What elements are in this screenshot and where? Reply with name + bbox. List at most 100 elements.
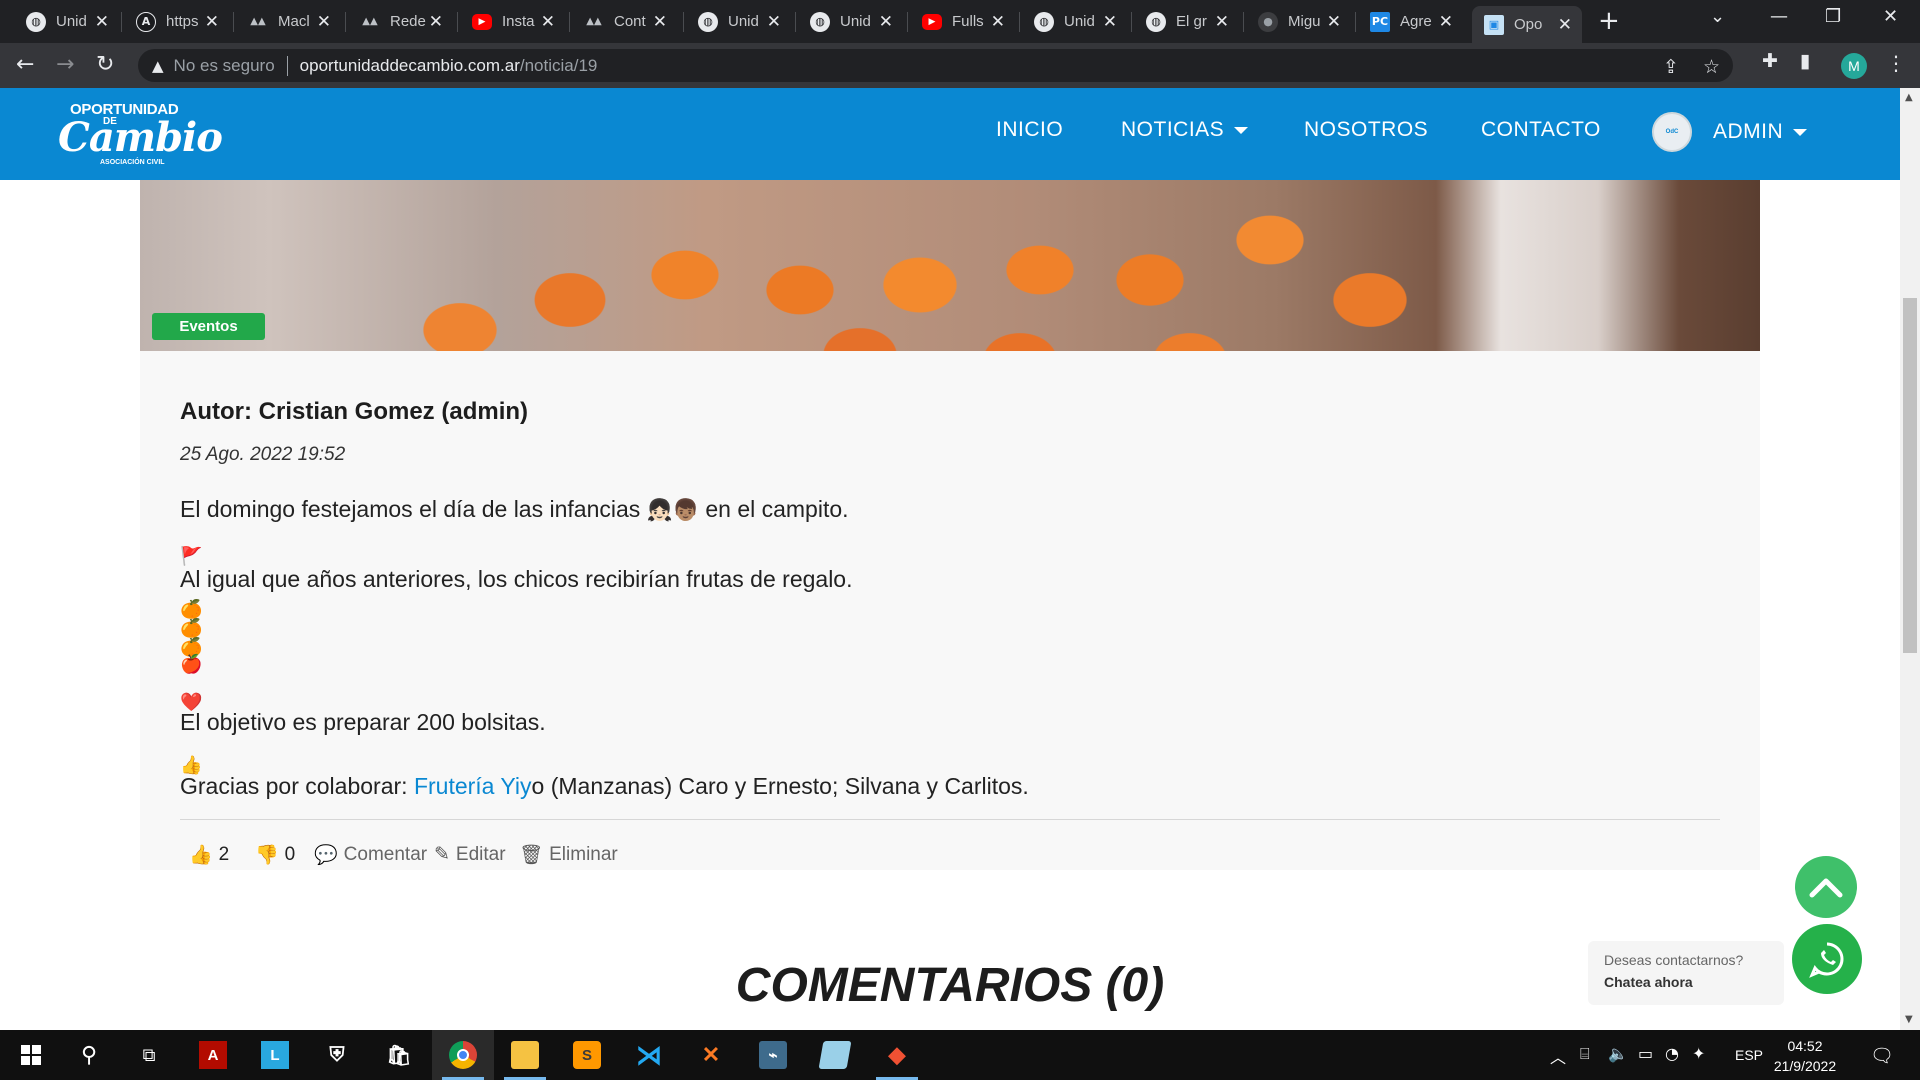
dislike-button[interactable]: 👎 0: [255, 843, 295, 867]
browser-tab[interactable]: ▶ Insta ✕: [460, 4, 565, 39]
close-icon[interactable]: ✕: [1327, 12, 1341, 32]
share-icon[interactable]: ⇪: [1663, 56, 1679, 78]
launcher-l-icon[interactable]: L: [244, 1030, 306, 1080]
nav-contacto[interactable]: CONTACTO: [1481, 118, 1601, 142]
close-icon[interactable]: ✕: [1439, 12, 1453, 32]
site-logo[interactable]: OPORTUNIDAD DE Cambio ASOCIACIÓN CIVIL: [58, 101, 223, 169]
tab-label: Unid: [840, 13, 871, 30]
clock[interactable]: 04:52 21/9/2022: [1762, 1036, 1848, 1076]
tray-device-icon[interactable]: ⌸: [1580, 1044, 1590, 1064]
battery-icon[interactable]: ▭: [1638, 1044, 1653, 1063]
url-text[interactable]: oportunidaddecambio.com.ar/noticia/19: [300, 56, 598, 76]
close-icon[interactable]: ✕: [95, 12, 109, 32]
browser-tab[interactable]: ◍ Unid ✕: [686, 4, 791, 39]
browser-tab[interactable]: ▲▲ Rede ✕: [348, 4, 453, 39]
close-icon[interactable]: ✕: [205, 12, 219, 32]
xampp-icon[interactable]: ✕: [680, 1030, 742, 1080]
nav-admin[interactable]: ADMIN: [1713, 120, 1808, 144]
browser-tab[interactable]: ▶ Fulls ✕: [910, 4, 1015, 39]
security-label[interactable]: No es seguro: [174, 56, 275, 76]
close-icon[interactable]: ✕: [767, 12, 781, 32]
post-date: 25 Ago. 2022 19:52: [180, 444, 346, 465]
reload-icon[interactable]: ↻: [96, 52, 114, 77]
forward-icon[interactable]: →: [56, 52, 74, 77]
language-indicator[interactable]: ESP: [1735, 1047, 1763, 1063]
post-paragraph: Gracias por colaborar: Frutería Yiyo (Ma…: [180, 773, 1029, 799]
acrobat-icon[interactable]: A: [182, 1030, 244, 1080]
new-tab-button[interactable]: +: [1598, 6, 1620, 36]
task-view-icon[interactable]: ⧉: [118, 1030, 180, 1080]
category-badge[interactable]: Eventos: [152, 313, 265, 340]
browser-tab[interactable]: ◍ Unid ✕: [1022, 4, 1127, 39]
extensions-icon[interactable]: ✚: [1762, 50, 1778, 72]
scrollbar-thumb[interactable]: [1903, 298, 1917, 653]
git-icon[interactable]: ◆: [866, 1030, 928, 1080]
menu-icon[interactable]: ⋮: [1886, 51, 1906, 75]
globe-icon: ◍: [810, 11, 830, 32]
close-icon[interactable]: ✕: [1558, 15, 1572, 35]
start-button[interactable]: [0, 1030, 62, 1080]
browser-tab[interactable]: ● Migu ✕: [1246, 4, 1351, 39]
restore-button[interactable]: ❐: [1825, 6, 1841, 27]
browser-tab[interactable]: Ahttps ✕: [124, 4, 229, 39]
scroll-up-arrow[interactable]: ▲: [1905, 92, 1913, 103]
close-icon[interactable]: ✕: [541, 12, 555, 32]
mysql-workbench-icon[interactable]: ⌁: [742, 1030, 804, 1080]
browser-tab[interactable]: ◍ El gr ✕: [1134, 4, 1239, 39]
youtube-icon: ▶: [472, 13, 492, 30]
tray-chevron-icon[interactable]: ︿: [1550, 1044, 1566, 1068]
vscode-icon[interactable]: ⋊: [618, 1030, 680, 1080]
store-icon[interactable]: 🛍: [368, 1030, 430, 1080]
close-icon[interactable]: ✕: [653, 12, 667, 32]
close-window-button[interactable]: ✕: [1883, 6, 1898, 27]
comment-button[interactable]: 💬 Comentar: [314, 843, 427, 867]
browser-tab[interactable]: ◍ Unid ✕: [798, 4, 903, 39]
notifications-icon[interactable]: 🗨: [1870, 1044, 1894, 1067]
file-explorer-icon[interactable]: [494, 1030, 556, 1080]
security-shield-icon[interactable]: ⛨: [306, 1030, 368, 1080]
minimize-button[interactable]: —: [1770, 6, 1788, 27]
like-button[interactable]: 👍 2: [189, 843, 229, 867]
warning-icon[interactable]: ▲: [152, 57, 164, 75]
chrome-taskbar-icon[interactable]: [432, 1030, 494, 1080]
close-icon[interactable]: ✕: [1215, 12, 1229, 32]
address-bar[interactable]: ▲ No es seguro oportunidaddecambio.com.a…: [138, 49, 1733, 82]
user-avatar[interactable]: OdC: [1652, 112, 1692, 152]
tab-search-icon[interactable]: ⌄: [1710, 6, 1725, 27]
divider: [180, 819, 1720, 820]
nav-inicio[interactable]: INICIO: [996, 118, 1063, 142]
nav-nosotros[interactable]: NOSOTROS: [1304, 118, 1428, 142]
browser-tab-active[interactable]: ▣ Opo ✕: [1472, 6, 1582, 43]
tab-label: Agre: [1400, 13, 1432, 30]
profile-avatar[interactable]: M: [1841, 53, 1867, 79]
close-icon[interactable]: ✕: [879, 12, 893, 32]
sublime-icon[interactable]: S: [556, 1030, 618, 1080]
star-icon[interactable]: ☆: [1703, 56, 1720, 78]
volume-icon[interactable]: 🔈: [1608, 1044, 1628, 1063]
thumbs-up-icon: 👍: [189, 845, 213, 866]
close-icon[interactable]: ✕: [317, 12, 331, 32]
delete-button[interactable]: 🗑 Eliminar: [519, 843, 618, 867]
close-icon[interactable]: ✕: [991, 12, 1005, 32]
nav-noticias[interactable]: NOTICIAS: [1121, 118, 1249, 142]
back-icon[interactable]: ←: [16, 52, 34, 77]
browser-tab[interactable]: PC Agre ✕: [1358, 4, 1463, 39]
notepad-icon[interactable]: [804, 1030, 866, 1080]
wifi-icon[interactable]: ◔: [1665, 1044, 1679, 1063]
browser-tab[interactable]: ▲▲ Macl ✕: [236, 4, 341, 39]
whatsapp-tooltip[interactable]: Deseas contactarnos? Chatea ahora: [1588, 941, 1784, 1005]
site-icon: ▣: [1484, 14, 1504, 35]
scroll-to-top-button[interactable]: [1795, 856, 1857, 918]
browser-tab[interactable]: ◍ Unid ✕: [14, 4, 119, 39]
whatsapp-question: Deseas contactarnos?: [1604, 952, 1744, 968]
browser-tab[interactable]: ▲▲ Cont ✕: [572, 4, 677, 39]
whatsapp-button[interactable]: [1792, 924, 1862, 994]
dropbox-icon[interactable]: ✦: [1692, 1044, 1705, 1063]
scroll-down-arrow[interactable]: ▼: [1905, 1014, 1913, 1025]
fruteria-link[interactable]: Frutería Yiy: [414, 773, 532, 799]
search-icon[interactable]: ⚲: [58, 1030, 120, 1080]
close-icon[interactable]: ✕: [1103, 12, 1117, 32]
close-icon[interactable]: ✕: [429, 12, 443, 32]
edit-button[interactable]: ✎ Editar: [434, 843, 506, 866]
side-panel-icon[interactable]: ▮: [1800, 50, 1810, 72]
